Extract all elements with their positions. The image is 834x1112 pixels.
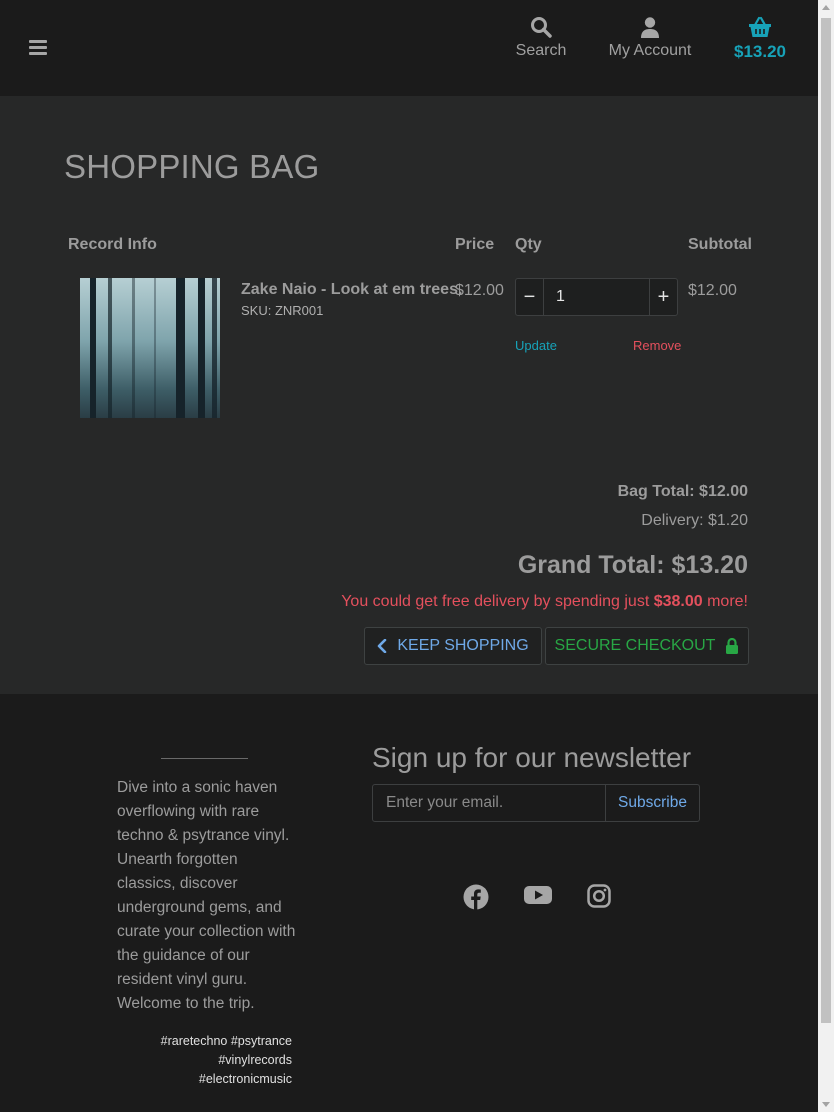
secure-checkout-label: SECURE CHECKOUT bbox=[554, 637, 716, 654]
hashtag-line: #electronicmusic bbox=[198, 1072, 292, 1086]
email-input[interactable] bbox=[373, 785, 606, 821]
item-name[interactable]: Zake Naio - Look at em trees. bbox=[241, 281, 462, 299]
item-price: $12.00 bbox=[455, 282, 504, 299]
scroll-up-arrow[interactable] bbox=[818, 0, 834, 16]
keep-shopping-label: KEEP SHOPPING bbox=[397, 637, 529, 654]
site-header: Search My Account $13.20 bbox=[0, 0, 818, 96]
column-header-record-info: Record Info bbox=[68, 236, 157, 253]
delivery-cost: Delivery: $1.20 bbox=[641, 512, 748, 529]
quantity-input[interactable] bbox=[544, 279, 650, 315]
column-header-qty: Qty bbox=[515, 236, 542, 253]
bag-total: Bag Total: $12.00 bbox=[617, 483, 748, 500]
grand-total: Grand Total: $13.20 bbox=[517, 551, 748, 579]
item-sku: SKU: ZNR001 bbox=[241, 303, 324, 318]
page-title: SHOPPING BAG bbox=[64, 148, 320, 185]
chevron-left-icon bbox=[378, 639, 387, 653]
account-label: My Account bbox=[608, 42, 692, 59]
column-header-subtotal: Subtotal bbox=[688, 236, 752, 253]
shopping-bag-section: SHOPPING BAG Record Info Price Qty Subto… bbox=[0, 96, 818, 694]
facebook-icon[interactable] bbox=[463, 884, 489, 915]
footer-hashtags: #raretechno #psytrance #vinylrecords #el… bbox=[117, 1032, 292, 1089]
account-button[interactable]: My Account bbox=[604, 16, 696, 60]
free-delivery-amount: $38.00 bbox=[653, 593, 703, 610]
search-button[interactable]: Search bbox=[513, 16, 569, 60]
scroll-down-arrow[interactable] bbox=[818, 1096, 834, 1112]
youtube-icon[interactable] bbox=[524, 884, 552, 911]
subscribe-button[interactable]: Subscribe bbox=[606, 785, 699, 821]
free-delivery-message: You could get free delivery by spending … bbox=[341, 593, 748, 611]
cart-total: $13.20 bbox=[734, 42, 786, 61]
secure-checkout-button[interactable]: SECURE CHECKOUT bbox=[545, 627, 749, 665]
increment-button[interactable]: + bbox=[649, 279, 677, 315]
menu-icon[interactable] bbox=[29, 40, 47, 56]
search-label: Search bbox=[515, 42, 567, 59]
scrollbar-thumb[interactable] bbox=[821, 18, 831, 1023]
cart-button[interactable]: $13.20 bbox=[730, 16, 790, 62]
decrement-button[interactable]: − bbox=[516, 279, 544, 315]
column-header-price: Price bbox=[455, 236, 495, 253]
newsletter-form: Subscribe bbox=[372, 784, 700, 822]
footer-about-text: Dive into a sonic haven overflowing with… bbox=[117, 779, 296, 1012]
keep-shopping-button[interactable]: KEEP SHOPPING bbox=[364, 627, 542, 665]
remove-link[interactable]: Remove bbox=[633, 338, 681, 353]
page-scrollbar[interactable] bbox=[818, 0, 834, 1112]
record-cover-image[interactable] bbox=[80, 278, 220, 418]
quantity-stepper: − + bbox=[515, 278, 678, 316]
footer-divider bbox=[161, 758, 248, 759]
lock-icon bbox=[726, 638, 739, 654]
instagram-icon[interactable] bbox=[587, 884, 611, 913]
search-icon bbox=[531, 17, 552, 38]
newsletter-title: Sign up for our newsletter bbox=[372, 742, 692, 773]
free-delivery-prefix: You could get free delivery by spending … bbox=[341, 593, 654, 610]
hashtag-line: #raretechno #psytrance bbox=[160, 1034, 292, 1048]
item-subtotal: $12.00 bbox=[688, 282, 737, 299]
basket-icon bbox=[749, 16, 771, 37]
free-delivery-suffix: more! bbox=[702, 593, 748, 610]
hashtag-line: #vinylrecords bbox=[218, 1053, 292, 1067]
update-link[interactable]: Update bbox=[515, 338, 557, 353]
site-footer: Dive into a sonic haven overflowing with… bbox=[0, 694, 818, 1112]
user-icon bbox=[641, 17, 659, 38]
